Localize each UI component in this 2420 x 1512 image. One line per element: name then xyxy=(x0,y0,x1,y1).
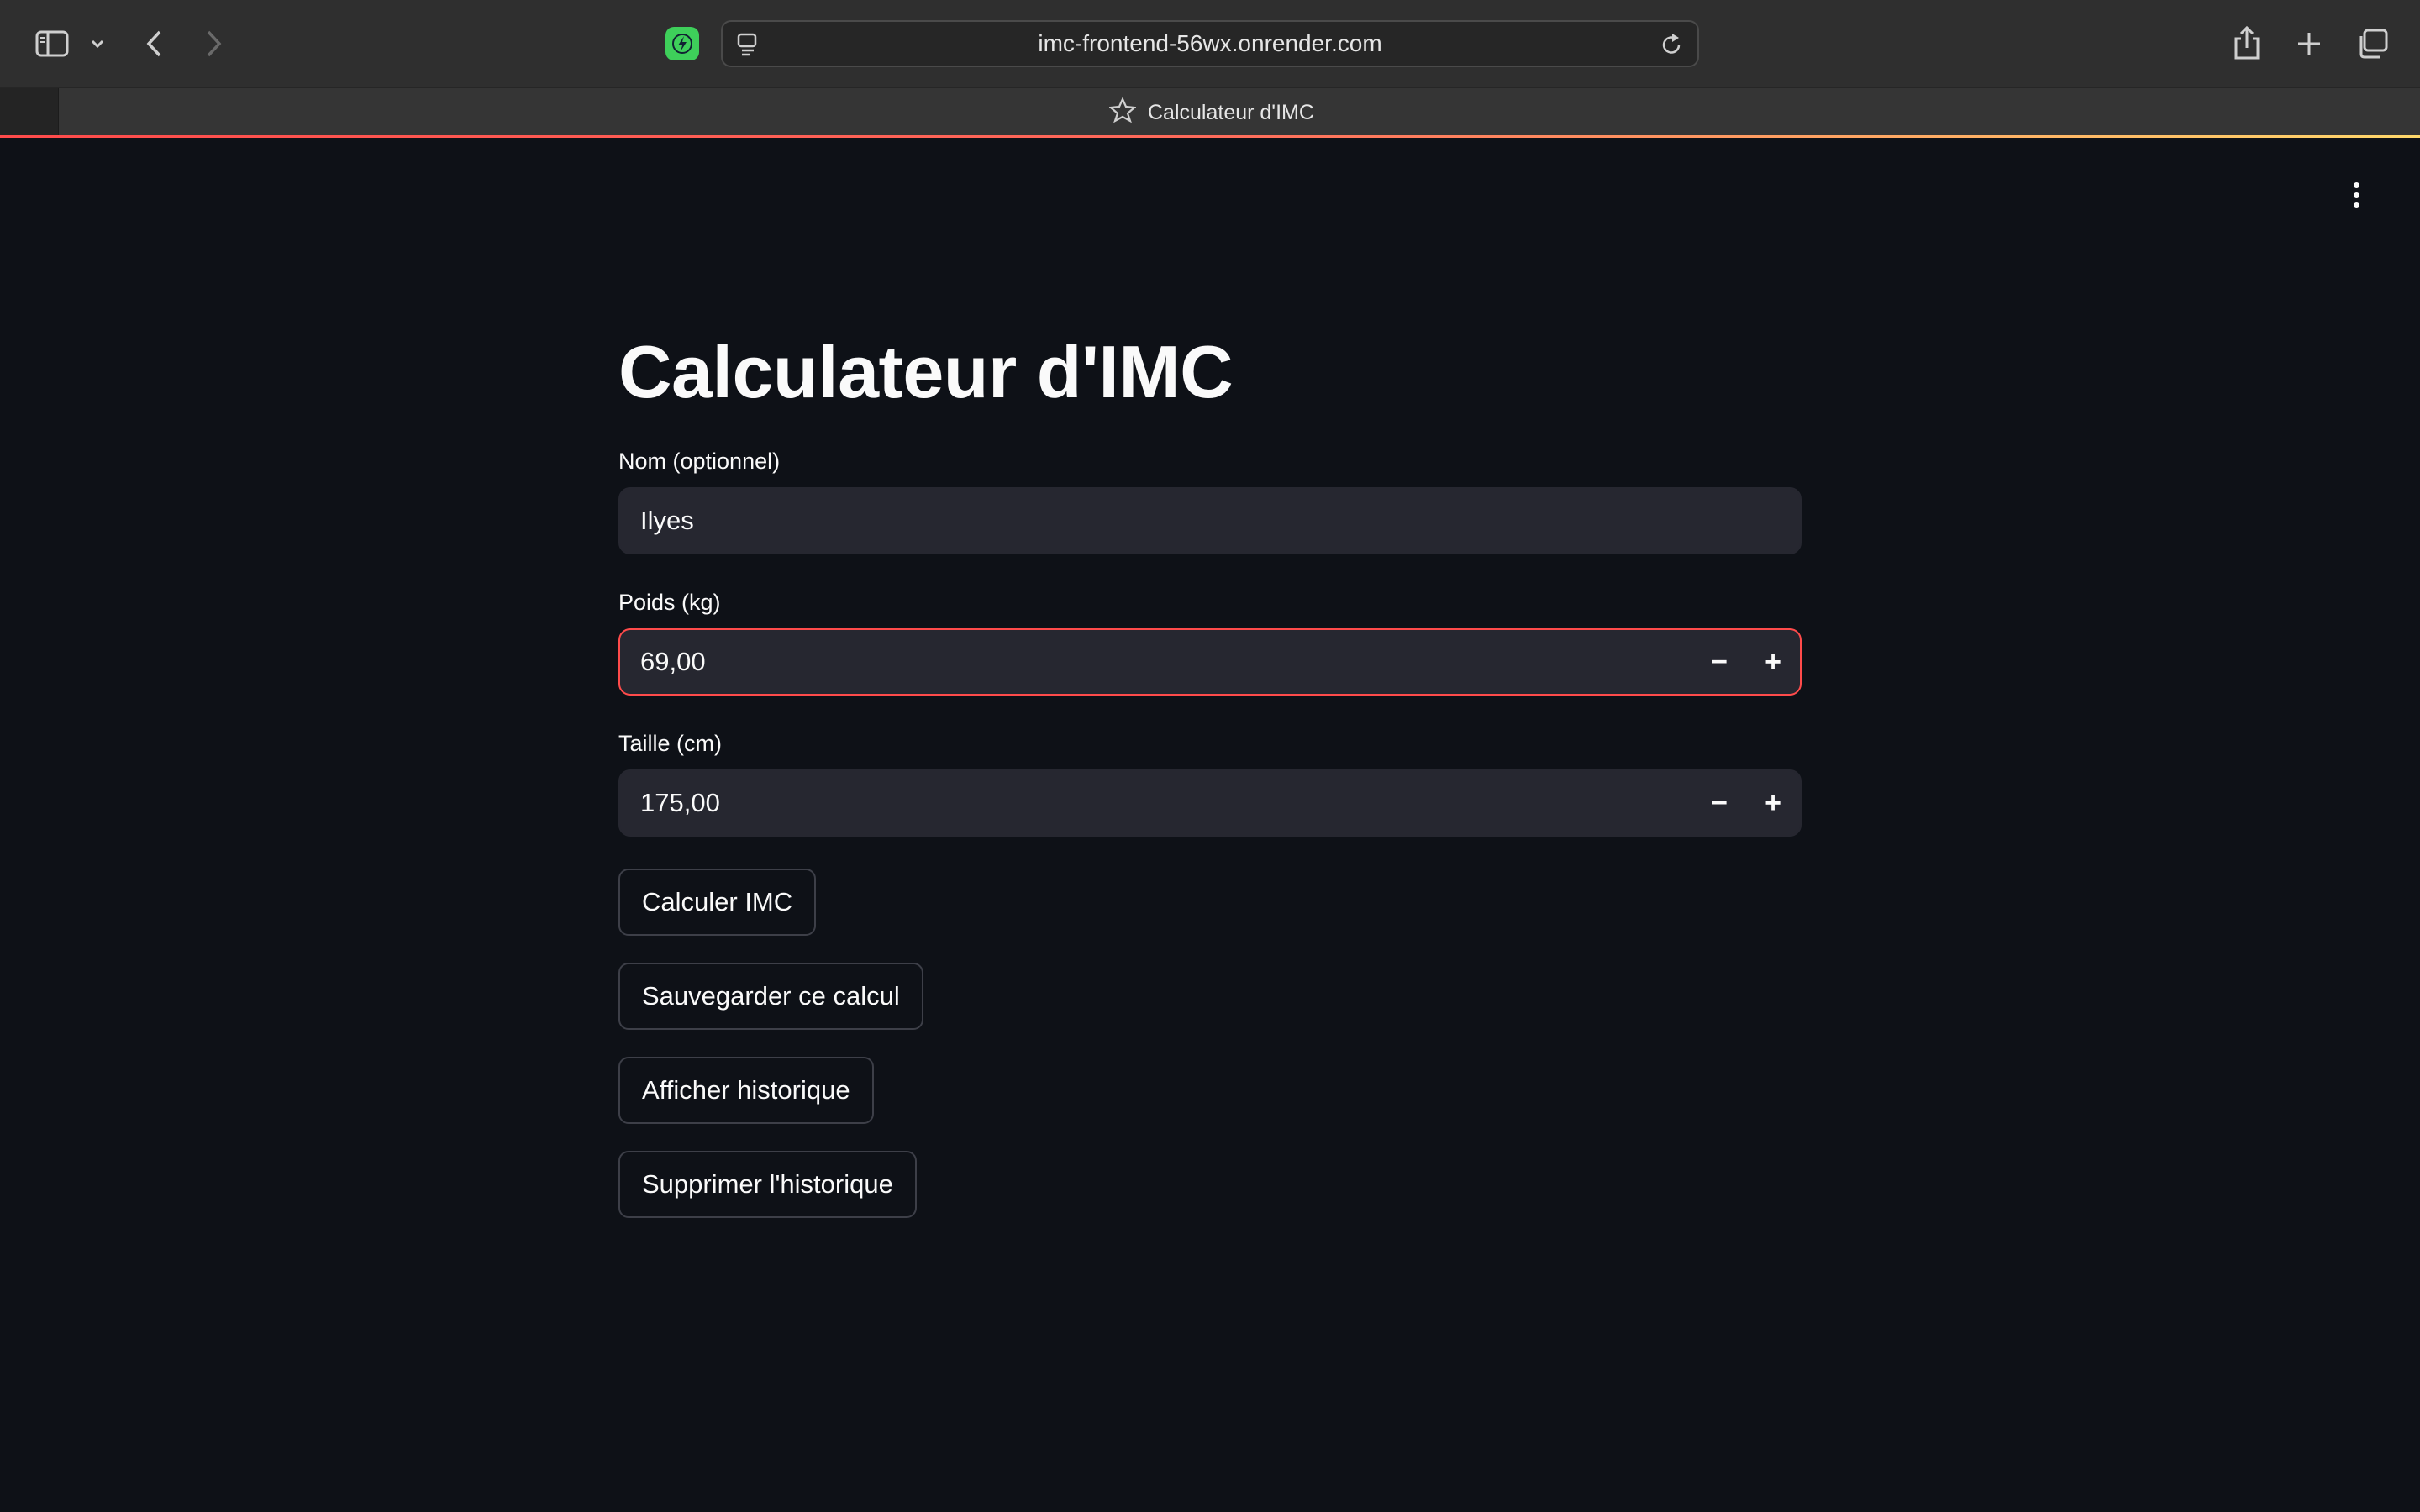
forward-icon[interactable] xyxy=(197,25,230,62)
tab-active[interactable]: Calculateur d'IMC xyxy=(1108,88,1314,137)
calculer-imc-button[interactable]: Calculer IMC xyxy=(618,869,817,936)
taille-increment-button[interactable]: + xyxy=(1746,771,1800,835)
share-icon[interactable] xyxy=(2228,22,2265,64)
main-container: Calculateur d'IMC Nom (optionnel) Poids … xyxy=(618,328,1802,1218)
nom-label: Nom (optionnel) xyxy=(618,449,781,474)
tab-stub[interactable] xyxy=(0,88,59,137)
url-text: imc-frontend-56wx.onrender.com xyxy=(1038,30,1382,56)
chevron-down-icon[interactable] xyxy=(87,30,108,57)
nom-input-box xyxy=(618,487,1802,554)
tabs-overview-icon[interactable] xyxy=(2353,25,2391,62)
back-icon[interactable] xyxy=(138,25,171,62)
poids-label: Poids (kg) xyxy=(618,590,721,615)
poids-input[interactable] xyxy=(620,630,1692,694)
supprimer-historique-button[interactable]: Supprimer l'historique xyxy=(618,1151,917,1218)
taille-input[interactable] xyxy=(620,771,1692,835)
taille-decrement-button[interactable]: − xyxy=(1692,771,1746,835)
extension-icon[interactable] xyxy=(666,27,699,60)
browser-toolbar: imc-frontend-56wx.onrender.com xyxy=(0,0,2420,87)
reload-icon[interactable] xyxy=(1660,32,1684,61)
poids-input-box: − + xyxy=(618,628,1802,696)
afficher-historique-button[interactable]: Afficher historique xyxy=(618,1057,874,1124)
poids-stepper: − + xyxy=(1692,630,1800,694)
tab-title: Calculateur d'IMC xyxy=(1148,100,1314,124)
url-bar[interactable]: imc-frontend-56wx.onrender.com xyxy=(721,20,1699,67)
page-title: Calculateur d'IMC xyxy=(618,330,1234,413)
sidebar-icon[interactable] xyxy=(32,25,72,62)
new-tab-icon[interactable] xyxy=(2291,25,2328,62)
poids-increment-button[interactable]: + xyxy=(1746,630,1800,694)
poids-field: Poids (kg) − + xyxy=(618,590,1802,696)
tab-bar: Calculateur d'IMC xyxy=(0,87,2420,137)
sauvegarder-button[interactable]: Sauvegarder ce calcul xyxy=(618,963,923,1030)
taille-input-box: − + xyxy=(618,769,1802,837)
taille-field: Taille (cm) − + xyxy=(618,731,1802,837)
star-icon[interactable] xyxy=(1108,96,1137,129)
taille-label: Taille (cm) xyxy=(618,731,723,756)
poids-decrement-button[interactable]: − xyxy=(1692,630,1746,694)
taille-stepper: − + xyxy=(1692,771,1800,835)
browser-chrome: imc-frontend-56wx.onrender.com Calculate… xyxy=(0,0,2420,138)
nom-input[interactable] xyxy=(620,489,1800,553)
nom-field: Nom (optionnel) xyxy=(618,449,1802,554)
app-body: Calculateur d'IMC Nom (optionnel) Poids … xyxy=(0,138,2420,1512)
more-options-icon[interactable] xyxy=(2338,176,2375,213)
